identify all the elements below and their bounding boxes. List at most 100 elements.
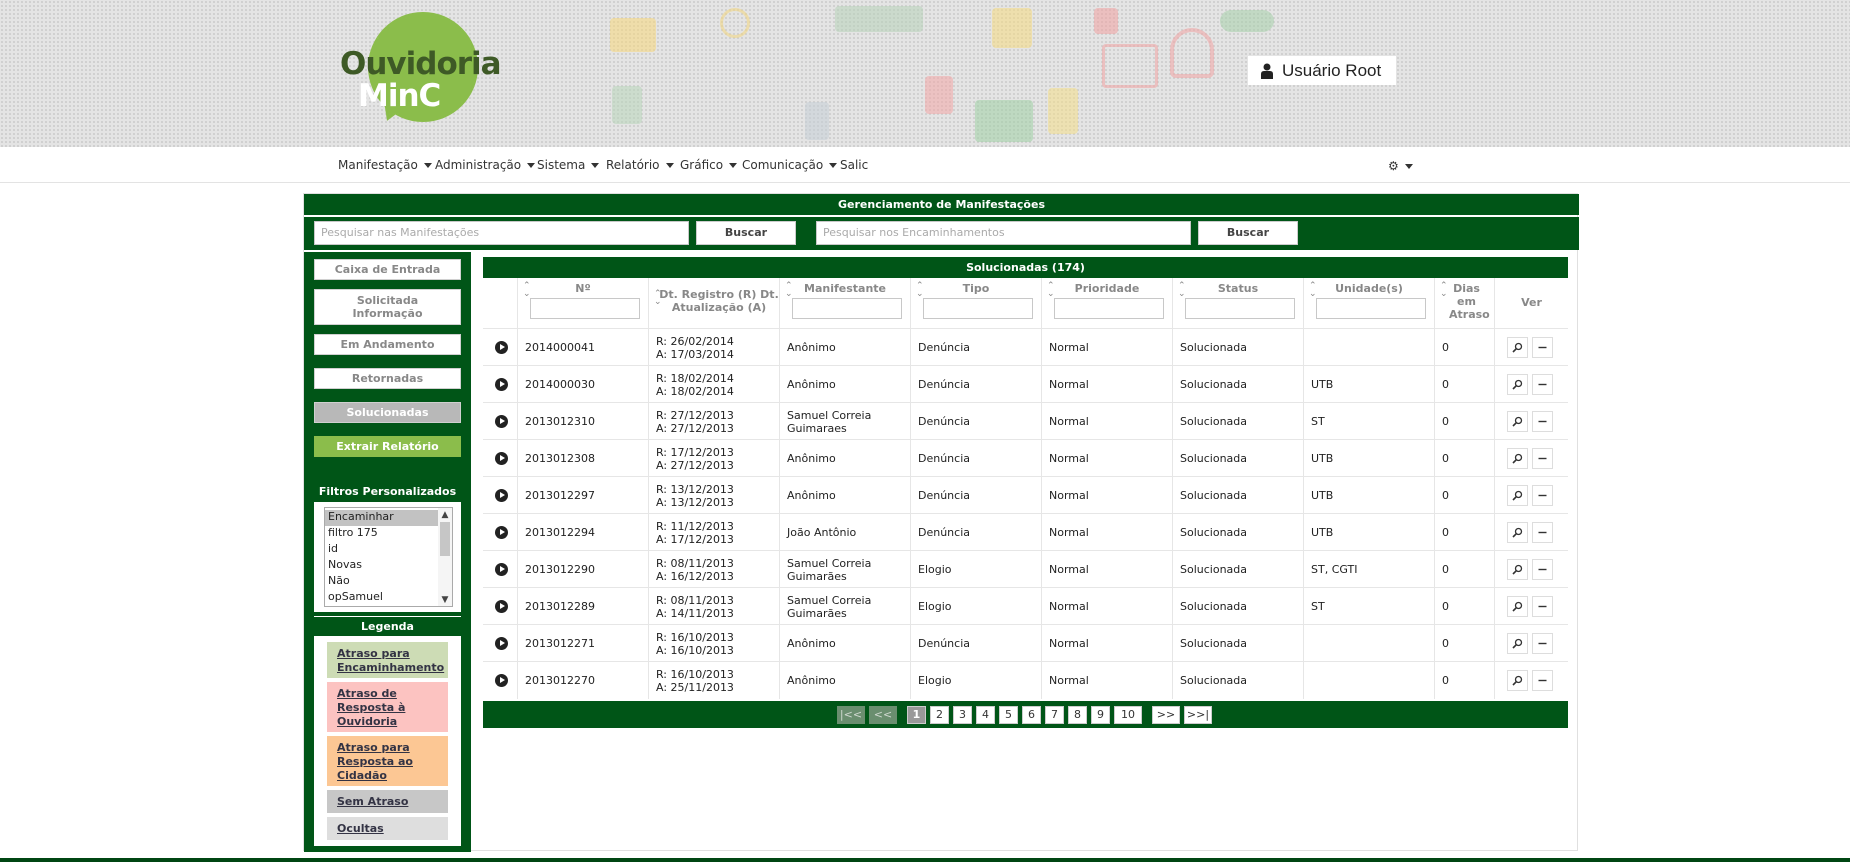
filter-option[interactable]: filtro 175: [325, 526, 439, 542]
filter-manifestante-input[interactable]: [792, 298, 902, 319]
pager-page[interactable]: 7: [1045, 706, 1064, 724]
table-row[interactable]: 2014000030 R: 18/02/2014 A: 18/02/2014 Anôn…: [483, 365, 1568, 403]
filter-option[interactable]: Novas: [325, 558, 439, 574]
legend-atraso-resposta-ouvidoria[interactable]: Atraso de Resposta à Ouvidoria: [327, 682, 448, 732]
expand-row-icon[interactable]: [495, 415, 508, 428]
filter-unidades-input[interactable]: [1316, 298, 1426, 319]
table-row[interactable]: 2013012271 R: 16/10/2013 A: 16/10/2013 Anôn…: [483, 624, 1568, 662]
search-manifestacoes-button[interactable]: Buscar: [696, 221, 796, 245]
search-manifestacoes-input[interactable]: Pesquisar nas Manifestações: [314, 221, 689, 245]
user-menu[interactable]: Usuário Root: [1248, 56, 1396, 85]
filters-listbox[interactable]: Encaminhar filtro 175 id Novas Não opSam…: [324, 507, 440, 607]
sidebar-caixa-de-entrada[interactable]: Caixa de Entrada: [314, 259, 461, 280]
nav-sistema[interactable]: Sistema: [537, 158, 600, 172]
pager-page[interactable]: 9: [1091, 706, 1110, 724]
view-magnifier-icon[interactable]: [1506, 559, 1528, 580]
legend-sem-atraso[interactable]: Sem Atraso: [327, 790, 448, 813]
settings-menu[interactable]: ⚙: [1388, 159, 1413, 173]
table-row[interactable]: 2013012294 R: 11/12/2013 A: 17/12/2013 João…: [483, 513, 1568, 551]
expand-row-icon[interactable]: [495, 452, 508, 465]
legend-atraso-encaminhamento[interactable]: Atraso para Encaminhamento: [327, 642, 448, 678]
pager-page[interactable]: 4: [976, 706, 995, 724]
filter-option[interactable]: opSamuel: [325, 590, 439, 606]
nav-manifestacao[interactable]: Manifestação: [338, 158, 432, 172]
collapse-minus-icon[interactable]: [1531, 670, 1553, 691]
expand-row-icon[interactable]: [495, 341, 508, 354]
pager-prev[interactable]: <<: [869, 706, 897, 724]
scroll-down-icon[interactable]: ▼: [439, 594, 451, 606]
expand-row-icon[interactable]: [495, 563, 508, 576]
table-row[interactable]: 2013012270 R: 16/10/2013 A: 25/11/2013 Anôn…: [483, 661, 1568, 699]
collapse-minus-icon[interactable]: [1531, 485, 1553, 506]
expand-row-icon[interactable]: [495, 637, 508, 650]
pager-first[interactable]: |<<: [837, 706, 865, 724]
expand-row-icon[interactable]: [495, 600, 508, 613]
table-row[interactable]: 2014000041 R: 26/02/2014 A: 17/03/2014 Anôn…: [483, 328, 1568, 366]
filter-numero-input[interactable]: [530, 298, 640, 319]
filter-status-input[interactable]: [1185, 298, 1295, 319]
search-encaminhamentos-button[interactable]: Buscar: [1198, 221, 1298, 245]
sidebar-solicitada-informacao[interactable]: Solicitada Informação: [314, 289, 461, 325]
col-datas[interactable]: ⌃ ⌄ Dt. Registro (R) Dt. Atualização (A): [649, 278, 780, 328]
collapse-minus-icon[interactable]: [1531, 633, 1553, 654]
view-magnifier-icon[interactable]: [1506, 670, 1528, 691]
view-magnifier-icon[interactable]: [1506, 337, 1528, 358]
pager-page[interactable]: 6: [1022, 706, 1041, 724]
pager-next[interactable]: >>: [1152, 706, 1180, 724]
sidebar-solucionadas[interactable]: Solucionadas: [314, 402, 461, 423]
scroll-up-icon[interactable]: ▲: [439, 509, 451, 521]
col-numero[interactable]: ⌃ ⌄ Nº: [518, 278, 649, 328]
view-magnifier-icon[interactable]: [1506, 633, 1528, 654]
nav-grafico[interactable]: Gráfico: [680, 158, 738, 172]
pager-page[interactable]: 3: [953, 706, 972, 724]
view-magnifier-icon[interactable]: [1506, 522, 1528, 543]
collapse-minus-icon[interactable]: [1531, 411, 1553, 432]
search-encaminhamentos-input[interactable]: Pesquisar nos Encaminhamentos: [816, 221, 1191, 245]
pager-page[interactable]: 10: [1114, 706, 1142, 724]
sidebar-retornadas[interactable]: Retornadas: [314, 368, 461, 389]
table-row[interactable]: 2013012289 R: 08/11/2013 A: 14/11/2013 Samu…: [483, 587, 1568, 625]
pager-page[interactable]: 5: [999, 706, 1018, 724]
col-unidades[interactable]: ⌃ ⌄ Unidade(s): [1304, 278, 1435, 328]
pager-page[interactable]: 2: [930, 706, 949, 724]
table-row[interactable]: 2013012297 R: 13/12/2013 A: 13/12/2013 Anôn…: [483, 476, 1568, 514]
nav-comunicacao[interactable]: Comunicação: [742, 158, 838, 172]
filter-tipo-input[interactable]: [923, 298, 1033, 319]
table-row[interactable]: 2013012308 R: 17/12/2013 A: 27/12/2013 Anôn…: [483, 439, 1568, 477]
view-magnifier-icon[interactable]: [1506, 411, 1528, 432]
extrair-relatorio-button[interactable]: Extrair Relatório: [314, 436, 461, 457]
filter-option[interactable]: id: [325, 542, 439, 558]
sidebar-em-andamento[interactable]: Em Andamento: [314, 334, 461, 355]
filters-scrollbar[interactable]: ▲ ▼: [438, 507, 453, 607]
legend-atraso-resposta-cidadao[interactable]: Atraso para Resposta ao Cidadão: [327, 736, 448, 786]
filter-option[interactable]: Não: [325, 574, 439, 590]
nav-administracao[interactable]: Administração: [435, 158, 536, 172]
collapse-minus-icon[interactable]: [1531, 337, 1553, 358]
table-row[interactable]: 2013012310 R: 27/12/2013 A: 27/12/2013 Samu…: [483, 402, 1568, 440]
pager-page[interactable]: 1: [907, 706, 926, 724]
collapse-minus-icon[interactable]: [1531, 374, 1553, 395]
col-tipo[interactable]: ⌃ ⌄ Tipo: [911, 278, 1042, 328]
legend-ocultas[interactable]: Ocultas: [327, 817, 448, 840]
view-magnifier-icon[interactable]: [1506, 374, 1528, 395]
col-manifestante[interactable]: ⌃ ⌄ Manifestante: [780, 278, 911, 328]
collapse-minus-icon[interactable]: [1531, 522, 1553, 543]
col-prioridade[interactable]: ⌃ ⌄ Prioridade: [1042, 278, 1173, 328]
expand-row-icon[interactable]: [495, 674, 508, 687]
expand-row-icon[interactable]: [495, 489, 508, 502]
pager-page[interactable]: 8: [1068, 706, 1087, 724]
view-magnifier-icon[interactable]: [1506, 448, 1528, 469]
filter-prioridade-input[interactable]: [1054, 298, 1164, 319]
table-row[interactable]: 2013012290 R: 08/11/2013 A: 16/12/2013 Samu…: [483, 550, 1568, 588]
collapse-minus-icon[interactable]: [1531, 448, 1553, 469]
filter-option[interactable]: Encaminhar: [325, 510, 439, 526]
collapse-minus-icon[interactable]: [1531, 559, 1553, 580]
view-magnifier-icon[interactable]: [1506, 596, 1528, 617]
collapse-minus-icon[interactable]: [1531, 596, 1553, 617]
view-magnifier-icon[interactable]: [1506, 485, 1528, 506]
nav-relatorio[interactable]: Relatório: [606, 158, 674, 172]
col-status[interactable]: ⌃ ⌄ Status: [1173, 278, 1304, 328]
expand-row-icon[interactable]: [495, 526, 508, 539]
nav-salic[interactable]: Salic: [840, 158, 868, 172]
pager-last[interactable]: >>|: [1184, 706, 1212, 724]
